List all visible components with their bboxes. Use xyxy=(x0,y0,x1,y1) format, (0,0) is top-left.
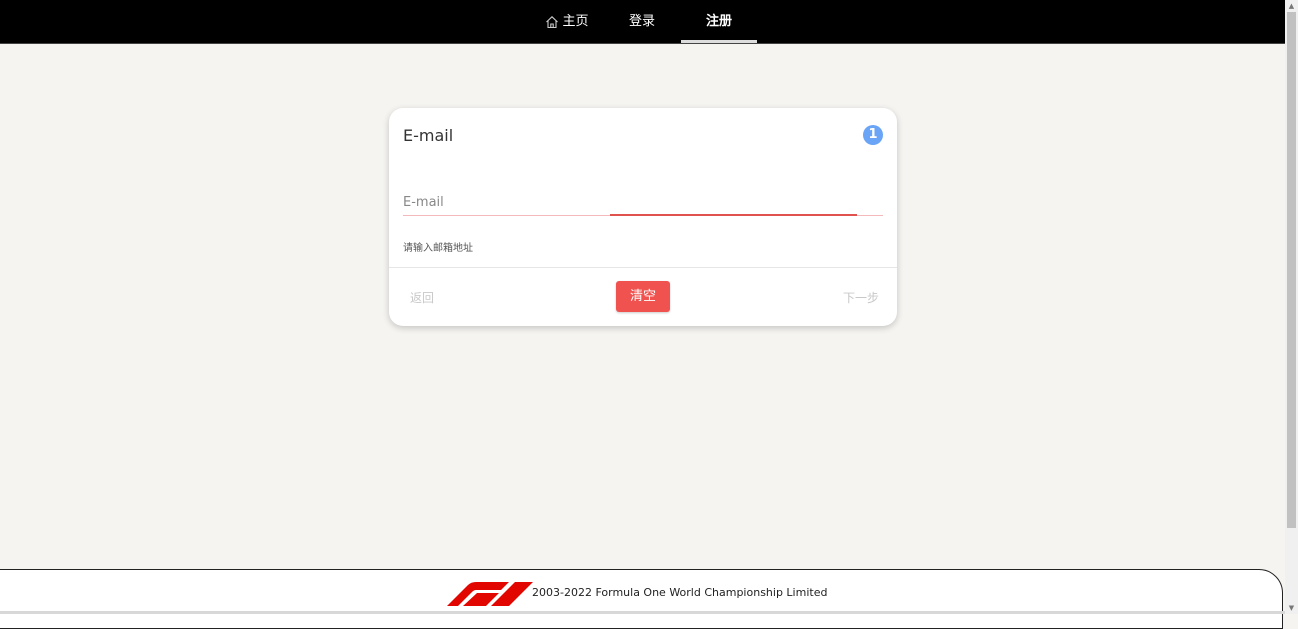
footer-copyright: 2003-2022 Formula One World Championship… xyxy=(532,586,828,599)
nav-home-label: 主页 xyxy=(562,14,589,29)
scroll-up-icon[interactable]: ▲ xyxy=(1285,0,1298,12)
nav-register[interactable]: 注册 xyxy=(681,0,757,43)
footer xyxy=(0,569,1283,629)
back-button[interactable]: 返回 xyxy=(410,289,434,306)
step-title: E-mail xyxy=(403,126,454,145)
email-field-focus-line xyxy=(610,214,857,216)
email-field[interactable] xyxy=(403,193,883,213)
nav-login[interactable]: 登录 xyxy=(620,0,664,43)
f1-logo xyxy=(447,582,533,606)
scrollbar-thumb[interactable] xyxy=(1287,12,1296,528)
step-number-badge: 1 xyxy=(863,125,883,145)
card-divider xyxy=(389,267,897,268)
clear-button[interactable]: 清空 xyxy=(616,281,670,312)
scroll-down-icon[interactable]: ▼ xyxy=(1285,602,1298,614)
next-step-button[interactable]: 下一步 xyxy=(843,289,879,306)
active-tab-indicator xyxy=(681,40,757,43)
email-helper-text: 请输入邮箱地址 xyxy=(403,243,473,254)
register-card: E-mail 1 E-mail 请输入邮箱地址 返回 清空 下一步 xyxy=(389,108,897,326)
vertical-scrollbar[interactable]: ▲ ▼ xyxy=(1285,0,1298,614)
nav-login-label: 登录 xyxy=(628,14,655,29)
nav-home[interactable]: 主页 xyxy=(543,0,591,43)
home-icon xyxy=(546,15,559,28)
top-nav: 主页 登录 注册 xyxy=(0,0,1285,44)
nav-register-label: 注册 xyxy=(705,14,732,29)
